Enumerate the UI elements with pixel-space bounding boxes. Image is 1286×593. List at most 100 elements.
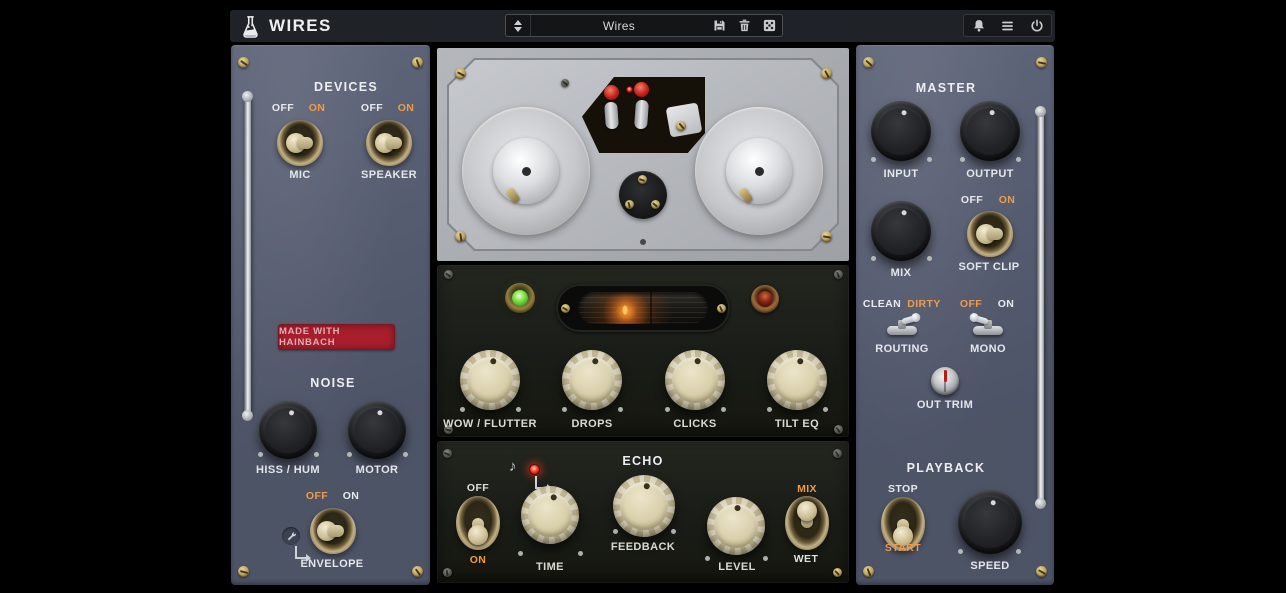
range-dot [613, 529, 618, 534]
echo-level-knob[interactable] [707, 497, 765, 555]
preset-name[interactable]: Wires [531, 19, 707, 33]
screw [455, 68, 466, 79]
knob-pointer [867, 197, 935, 265]
range-dot [1016, 157, 1021, 162]
range-dot [403, 452, 408, 457]
delete-preset-button[interactable] [732, 15, 757, 36]
flask-icon [240, 14, 261, 39]
toggle-lever-stub [987, 228, 1003, 240]
knob-pointer [455, 345, 525, 415]
menu-button[interactable] [995, 15, 1020, 36]
screw [863, 57, 874, 68]
wet-label: WET [786, 553, 826, 565]
save-preset-button[interactable] [707, 15, 732, 36]
screw [651, 200, 660, 209]
screw [455, 231, 466, 242]
routing-dirty-label: DIRTY [899, 298, 949, 310]
screw [443, 449, 452, 458]
head-led [626, 86, 633, 93]
screw [863, 566, 874, 577]
screw [833, 449, 842, 458]
screw [443, 568, 452, 577]
texture-panel: WOW / FLUTTER DROPS CLICKS TILT EQ [437, 265, 849, 437]
amber-lens [757, 291, 773, 307]
envelope-on-label: ON [331, 490, 371, 502]
mix-wet-toggle[interactable] [785, 496, 829, 550]
screw [561, 304, 570, 313]
drops-knob[interactable] [562, 350, 622, 410]
bell-icon [971, 18, 987, 34]
wow-flutter-knob[interactable] [460, 350, 520, 410]
preset-prev-icon[interactable] [514, 20, 522, 25]
screw [676, 121, 686, 131]
echo-feedback-knob[interactable] [613, 475, 675, 537]
reel-spindle-left [522, 167, 531, 176]
range-dot [665, 407, 670, 412]
screw [638, 175, 647, 184]
random-preset-button[interactable] [757, 15, 782, 36]
range-dot [823, 407, 828, 412]
routing-toggle[interactable] [884, 314, 920, 336]
terminal-post [634, 82, 649, 97]
power-button[interactable] [1024, 15, 1049, 36]
speed-knob[interactable] [958, 490, 1022, 554]
knob-pointer [609, 471, 679, 541]
master-mix-label: MIX [861, 267, 941, 279]
echo-power-toggle[interactable] [456, 496, 500, 550]
knob-pointer [954, 486, 1026, 558]
knob-pointer [254, 396, 321, 463]
preset-stepper[interactable] [506, 15, 531, 36]
input-knob[interactable] [871, 101, 931, 161]
made-with-hainbach-badge[interactable]: MADE WITH HAINBACH [278, 324, 395, 350]
playback-title: PLAYBACK [886, 461, 1006, 475]
screw [1036, 57, 1047, 68]
preset-bar: Wires [505, 14, 783, 37]
range-dot [258, 452, 263, 457]
trash-icon [737, 18, 752, 33]
echo-time-knob[interactable] [521, 486, 579, 544]
range-dot [347, 452, 352, 457]
mix-label: MIX [787, 483, 827, 495]
contact-terminal [604, 102, 619, 130]
envelope-label: ENVELOPE [272, 558, 392, 570]
screw [834, 270, 843, 279]
mic-toggle[interactable] [277, 120, 323, 166]
echo-feedback-label: FEEDBACK [593, 541, 693, 553]
hiss-hum-label: HISS / HUM [248, 464, 328, 476]
knob-pointer [705, 495, 768, 558]
head-bracket [666, 102, 703, 137]
magic-eye-tube-display [556, 284, 730, 332]
left-panel: DEVICES OFF ON MIC OFF ON SPEAKER MADE W… [231, 45, 430, 585]
knob-pointer [867, 97, 935, 165]
knob-pointer [957, 98, 1022, 163]
clicks-knob[interactable] [665, 350, 725, 410]
range-dot [671, 529, 676, 534]
soft-clip-on-label: ON [987, 194, 1027, 206]
noise-title: NOISE [273, 376, 393, 390]
motor-knob[interactable] [348, 401, 406, 459]
right-rail-handle [1037, 110, 1044, 505]
range-dot [871, 256, 876, 261]
notifications-button[interactable] [966, 15, 991, 36]
toggle-lever-stub [328, 525, 344, 537]
envelope-settings-button[interactable] [282, 527, 300, 545]
window-controls [963, 14, 1052, 37]
hiss-hum-knob[interactable] [259, 401, 317, 459]
power-icon [1029, 18, 1045, 34]
speaker-toggle[interactable] [366, 120, 412, 166]
echo-off-label: OFF [458, 482, 498, 494]
soft-clip-toggle[interactable] [967, 211, 1013, 257]
out-trim-knob[interactable] [931, 367, 959, 395]
out-trim-label: OUT TRIM [905, 399, 985, 411]
envelope-toggle[interactable] [310, 508, 356, 554]
screw [1036, 566, 1047, 577]
screw [833, 568, 842, 577]
mono-toggle[interactable] [970, 314, 1006, 336]
output-knob[interactable] [960, 101, 1020, 161]
range-dot [927, 256, 932, 261]
tilt-eq-knob[interactable] [767, 350, 827, 410]
note-sync-icon[interactable]: ♪ [509, 458, 517, 475]
preset-next-icon[interactable] [514, 27, 522, 32]
screw [561, 79, 569, 87]
master-mix-knob[interactable] [871, 201, 931, 261]
